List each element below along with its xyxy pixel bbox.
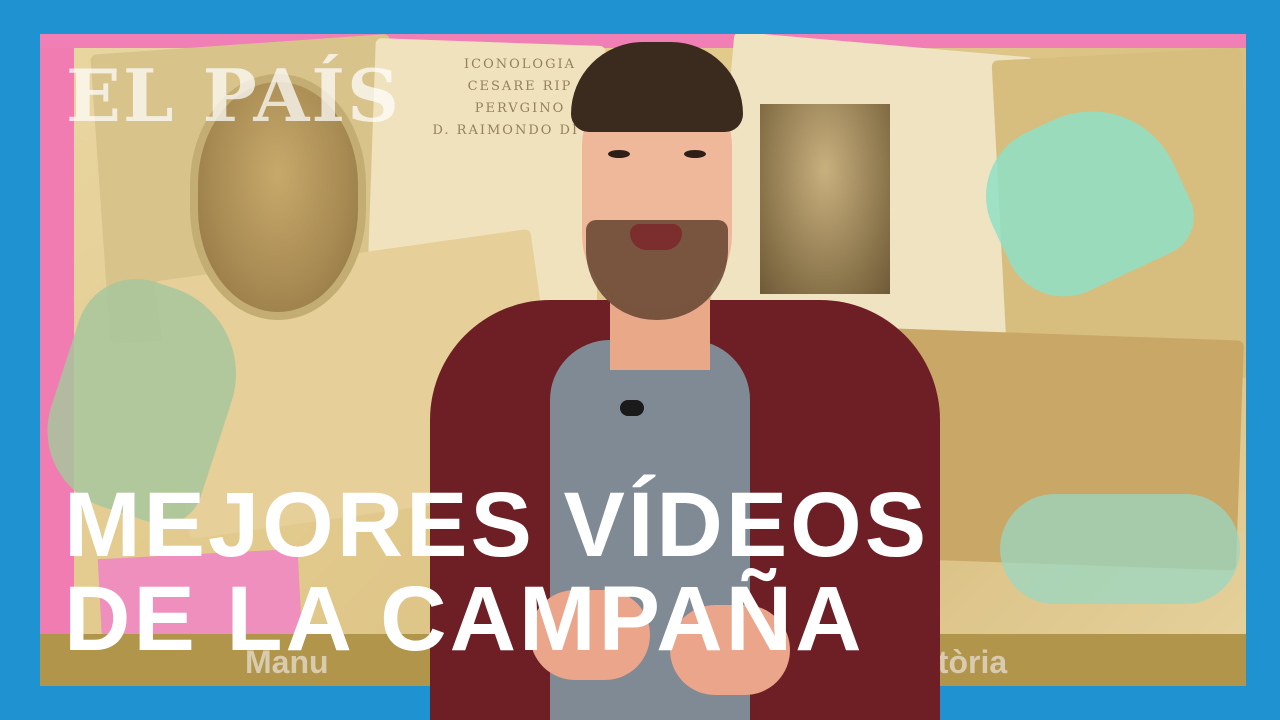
lapel-microphone-icon — [620, 400, 644, 416]
headline-line-1: MEJORES VÍDEOS — [64, 474, 930, 576]
presenter-mouth — [630, 224, 682, 250]
presenter-hair — [571, 42, 743, 132]
el-pais-logo: EL PAÍS — [66, 53, 402, 138]
headline-line-2: DE LA CAMPAÑA — [64, 568, 865, 670]
tinted-hand — [1000, 494, 1240, 604]
thumbnail-frame: ICONOLOGIA CESARE RIP PERVGINO D. RAIMON… — [0, 0, 1280, 720]
presenter-eye — [684, 150, 706, 158]
presenter-eye — [608, 150, 630, 158]
headline: MEJORES VÍDEOS DE LA CAMPAÑA — [64, 478, 929, 666]
